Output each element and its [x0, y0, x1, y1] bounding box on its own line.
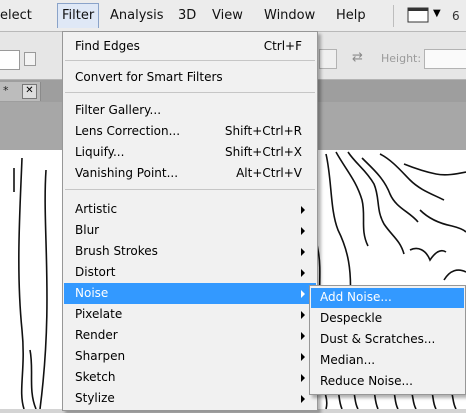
menu-item-label: Liquify...: [75, 145, 125, 159]
menu-item-label: Vanishing Point...: [75, 166, 179, 180]
menubar-separator: [393, 5, 394, 27]
menu-item-noise[interactable]: Noise: [64, 283, 316, 304]
menu-item-sharpen[interactable]: Sharpen: [64, 346, 316, 367]
menu-item-label: Render: [75, 328, 118, 342]
height-field[interactable]: [424, 49, 466, 69]
chevron-down-icon[interactable]: ▼: [433, 8, 441, 19]
menu-item-label: Sharpen: [75, 349, 126, 363]
submenu-arrow-icon: [301, 374, 305, 382]
menu-item-label: Find Edges: [75, 39, 140, 53]
submenu-item-label: Add Noise...: [320, 290, 392, 304]
submenu-arrow-icon: [301, 248, 305, 256]
menu-item-label: Pixelate: [75, 307, 123, 321]
height-label: Height:: [381, 52, 422, 65]
submenu-item-add-noise[interactable]: Add Noise...: [311, 288, 464, 308]
menu-help[interactable]: Help: [336, 8, 366, 23]
noise-submenu: Add Noise... Despeckle Dust & Scratches.…: [309, 285, 466, 395]
filter-menu: Find Edges Ctrl+F Convert for Smart Filt…: [62, 31, 318, 411]
menu-item-find-edges[interactable]: Find Edges Ctrl+F: [64, 36, 316, 57]
menu-item-lens-correction[interactable]: Lens Correction... Shift+Ctrl+R: [64, 121, 316, 142]
menu-item-label: Artistic: [75, 202, 118, 216]
submenu-arrow-icon: [301, 290, 305, 298]
menu-item-render[interactable]: Render: [64, 325, 316, 346]
menu-item-shortcut: Alt+Ctrl+V: [236, 166, 302, 180]
menu-window[interactable]: Window: [264, 8, 315, 23]
menu-item-label: Blur: [75, 223, 100, 237]
submenu-item-label: Despeckle: [320, 311, 383, 325]
screen-mode-icon[interactable]: [407, 7, 429, 23]
menu-select[interactable]: elect: [0, 8, 32, 23]
menu-item-brush-strokes[interactable]: Brush Strokes: [64, 241, 316, 262]
option-checkbox[interactable]: [24, 52, 36, 66]
menu-divider: [65, 189, 315, 190]
menu-item-label: Stylize: [75, 391, 115, 405]
menu-item-liquify[interactable]: Liquify... Shift+Ctrl+X: [64, 142, 316, 163]
menu-bar: elect Filter Analysis 3D View Window Hel…: [0, 0, 466, 32]
submenu-arrow-icon: [301, 332, 305, 340]
menu-divider: [65, 60, 315, 61]
submenu-arrow-icon: [301, 311, 305, 319]
menu-item-label: Distort: [75, 265, 116, 279]
submenu-item-label: Median...: [320, 353, 376, 367]
zoom-level-partial: 6: [452, 9, 460, 23]
document-tab-label: *: [3, 84, 9, 97]
menu-item-filter-gallery[interactable]: Filter Gallery...: [64, 100, 316, 121]
submenu-item-dust-scratches[interactable]: Dust & Scratches...: [311, 330, 464, 350]
menu-item-label: Filter Gallery...: [75, 103, 162, 117]
menu-item-label: Convert for Smart Filters: [75, 70, 223, 84]
submenu-arrow-icon: [301, 206, 305, 214]
swap-icon[interactable]: ⇄: [352, 50, 363, 65]
menu-item-stylize[interactable]: Stylize: [64, 388, 316, 409]
submenu-item-despeckle[interactable]: Despeckle: [311, 309, 464, 329]
close-icon[interactable]: ✕: [22, 84, 37, 99]
submenu-arrow-icon: [301, 353, 305, 361]
menu-item-label: Lens Correction...: [75, 124, 181, 138]
submenu-arrow-icon: [301, 395, 305, 403]
submenu-item-median[interactable]: Median...: [311, 351, 464, 371]
menu-item-shortcut: Ctrl+F: [263, 39, 302, 53]
menu-item-label: Brush Strokes: [75, 244, 158, 258]
menu-item-distort[interactable]: Distort: [64, 262, 316, 283]
menu-item-shortcut: Shift+Ctrl+R: [224, 124, 302, 138]
menu-item-sketch[interactable]: Sketch: [64, 367, 316, 388]
submenu-item-label: Dust & Scratches...: [320, 332, 436, 346]
menu-filter[interactable]: Filter: [57, 3, 100, 28]
menu-analysis[interactable]: Analysis: [110, 8, 164, 23]
menu-view[interactable]: View: [212, 8, 243, 23]
menu-item-blur[interactable]: Blur: [64, 220, 316, 241]
submenu-item-reduce-noise[interactable]: Reduce Noise...: [311, 372, 464, 392]
menu-item-label: Noise: [75, 286, 109, 300]
option-field[interactable]: [0, 50, 20, 70]
document-tab[interactable]: * ✕: [0, 82, 41, 101]
menu-item-artistic[interactable]: Artistic: [64, 199, 316, 220]
submenu-arrow-icon: [301, 227, 305, 235]
menu-item-shortcut: Shift+Ctrl+X: [225, 145, 302, 159]
menu-item-vanishing-point[interactable]: Vanishing Point... Alt+Ctrl+V: [64, 163, 316, 184]
menu-item-convert-smart-filters[interactable]: Convert for Smart Filters: [64, 67, 316, 88]
menu-item-pixelate[interactable]: Pixelate: [64, 304, 316, 325]
submenu-arrow-icon: [301, 269, 305, 277]
menu-item-label: Sketch: [75, 370, 116, 384]
submenu-item-label: Reduce Noise...: [320, 374, 413, 388]
width-field[interactable]: [319, 49, 337, 69]
menu-3d[interactable]: 3D: [178, 8, 196, 23]
menu-divider: [65, 92, 315, 93]
